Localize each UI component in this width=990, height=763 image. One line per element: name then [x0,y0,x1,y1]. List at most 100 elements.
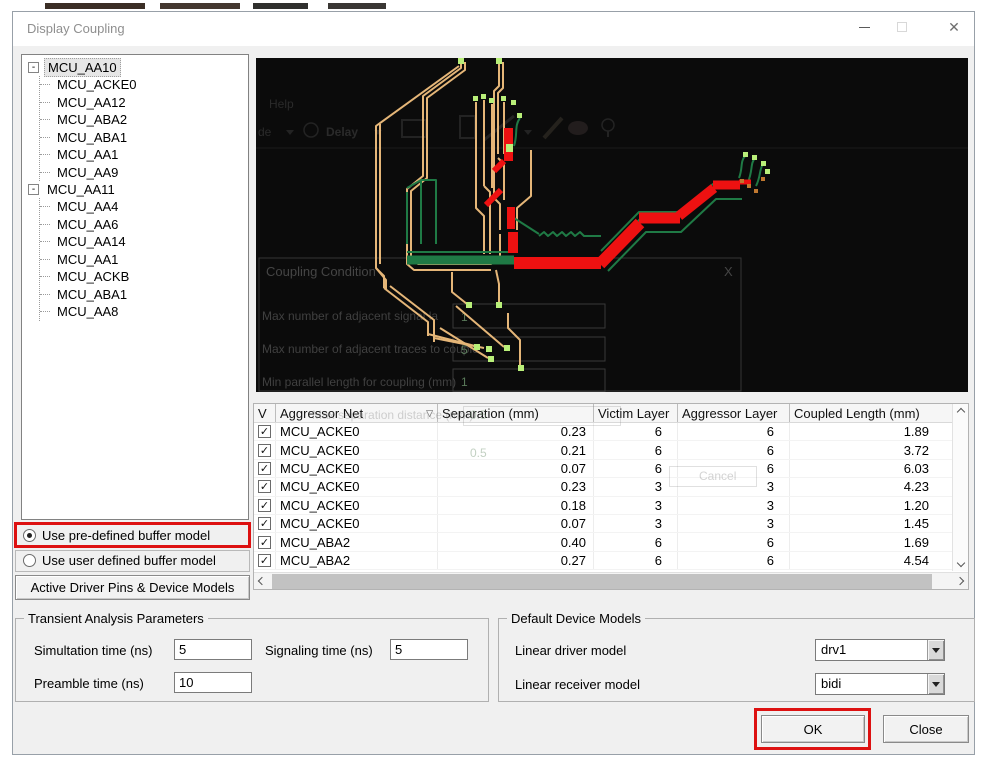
tree-child-item[interactable]: MCU_AA1 [40,251,248,269]
tree-item-label[interactable]: MCU_AA1 [54,146,121,164]
svg-text:1: 1 [461,375,468,389]
tree-child-item[interactable]: MCU_ACKE0 [40,76,248,94]
table-row[interactable]: ✓ MCU_ABA2 0.27 6 6 4.54 [254,551,968,571]
table-row[interactable]: ✓ MCU_ABA2 0.40 6 6 1.69 [254,533,968,552]
tree-expand-icon[interactable]: - [28,62,39,73]
title-bar[interactable]: Display Coupling ✕ [13,12,974,46]
col-header-separation[interactable]: Separation (mm) [438,404,594,422]
tree-expand-icon[interactable]: - [28,184,39,195]
svg-text:de: de [258,125,272,139]
row-checkbox[interactable]: ✓ [258,553,271,567]
minimize-button[interactable] [849,12,879,42]
tree-child-item[interactable]: MCU_ACKB [40,268,248,286]
vertical-scrollbar[interactable] [952,404,968,571]
table-row[interactable]: ✓ MCU_ACKE0 0.21 6 6 3.72 [254,441,968,460]
tree-child-item[interactable]: MCU_AA4 [40,198,248,216]
col-header-aggressor-net[interactable]: Aggressor Net ▽ [276,404,438,422]
signaling-time-input[interactable] [390,639,468,660]
col-header-victim-layer[interactable]: Victim Layer [594,404,678,422]
scroll-up-button[interactable] [953,404,969,420]
tree-item-label[interactable]: MCU_ACKB [54,268,132,286]
dropdown-button[interactable] [927,674,944,694]
tree-connector-icon [40,258,50,260]
radio-predefined-label: Use pre-defined buffer model [42,528,211,543]
cell-aggressor-layer: 6 [678,423,790,441]
linear-receiver-combobox[interactable]: bidi [815,673,945,695]
tree-item-label[interactable]: MCU_AA12 [54,94,129,112]
tree-item-label[interactable]: MCU_ACKE0 [54,76,139,94]
simulation-time-input[interactable] [174,639,252,660]
tree-child-item[interactable]: MCU_AA8 [40,303,248,321]
col-header-v[interactable]: V [254,404,276,422]
cell-separation: 0.07 [438,514,594,533]
tree-item-label[interactable]: MCU_AA4 [54,198,121,216]
ok-button[interactable]: OK [761,715,865,743]
table-row[interactable]: ✓ MCU_ACKE0 0.18 3 3 1.20 [254,496,968,515]
horizontal-scroll-thumb[interactable] [272,574,932,589]
preamble-time-input[interactable] [174,672,252,693]
close-button[interactable]: ✕ [939,12,969,42]
tree-item-label[interactable]: MCU_AA14 [54,233,129,251]
table-header[interactable]: V Aggressor Net ▽ Separation (mm) Victim … [254,404,968,423]
table-row[interactable]: ✓ MCU_ACKE0 0.07 6 6 6.03 [254,459,968,479]
cell-aggressor-net: MCU_ACKE0 [276,423,438,441]
tree-connector-icon [40,311,50,313]
radio-predefined-buffer[interactable]: Use pre-defined buffer model [23,528,210,543]
tree-child-item[interactable]: MCU_AA14 [40,233,248,251]
tree-item-label[interactable]: MCU_AA8 [54,303,121,321]
col-header-coupled-length[interactable]: Coupled Length (mm) [790,404,936,422]
tree-item-label[interactable]: MCU_ABA2 [54,111,130,129]
scroll-right-button[interactable] [952,573,968,589]
radio-unselected-icon [23,554,36,567]
net-tree[interactable]: - MCU_AA10 MCU_ACKE0 MCU_AA12 MCU_ABA2 MCU_AB… [21,54,249,520]
row-checkbox[interactable]: ✓ [258,443,271,457]
tree-item-label[interactable]: MCU_ABA1 [54,286,130,304]
tree-item-label[interactable]: MCU_AA10 [44,58,121,77]
tree-child-item[interactable]: MCU_AA1 [40,146,248,164]
cell-separation: 0.40 [438,533,594,551]
row-checkbox[interactable]: ✓ [258,517,271,531]
dropdown-button[interactable] [927,640,944,660]
svg-text:Max number of adjacent traces: Max number of adjacent traces to couple [262,342,479,356]
tree-child-item[interactable]: MCU_AA6 [40,216,248,234]
table-row[interactable]: ✓ MCU_ACKE0 0.23 3 3 4.23 [254,478,968,497]
maximize-button[interactable] [887,12,917,42]
pcb-viewport[interactable]: Help de Delay Coupling Condition X Max n… [256,58,968,392]
table-body: ✓ MCU_ACKE0 0.23 6 6 1.89 ✓ MCU_ACKE0 0.21 6 6 3.72… [254,423,968,571]
active-driver-pins-button[interactable]: Active Driver Pins & Device Models [15,575,250,600]
cell-aggressor-net: MCU_ACKE0 [276,459,438,478]
cell-checked: ✓ [254,514,276,533]
cell-aggressor-layer: 6 [678,459,790,478]
tree-item-label[interactable]: MCU_ABA1 [54,129,130,147]
row-checkbox[interactable]: ✓ [258,461,271,475]
horizontal-scrollbar[interactable] [254,572,968,589]
linear-driver-combobox[interactable]: drv1 [815,639,945,661]
row-checkbox[interactable]: ✓ [258,535,271,549]
cell-aggressor-net: MCU_ACKE0 [276,478,438,496]
tree-root-item[interactable]: - MCU_AA11 [28,181,248,198]
table-row[interactable]: ✓ MCU_ACKE0 0.23 6 6 1.89 [254,423,968,442]
dialog-title: Display Coupling [27,21,125,36]
tree-child-item[interactable]: MCU_AA12 [40,94,248,112]
table-row[interactable]: ✓ MCU_ACKE0 0.07 3 3 1.45 [254,514,968,534]
scroll-down-button[interactable] [953,555,969,571]
scroll-left-button[interactable] [254,573,270,589]
tree-item-label[interactable]: MCU_AA6 [54,216,121,234]
row-checkbox[interactable]: ✓ [258,498,271,512]
row-checkbox[interactable]: ✓ [258,425,271,439]
tree-child-item[interactable]: MCU_ABA1 [40,286,248,304]
tree-child-item[interactable]: MCU_AA9 [40,164,248,182]
transient-group: Transient Analysis Parameters Simultatio… [15,611,489,702]
pcb-canvas[interactable]: Help de Delay Coupling Condition X Max n… [256,58,968,392]
radio-userdefined-buffer[interactable]: Use user defined buffer model [23,553,216,568]
col-header-aggressor-layer[interactable]: Aggressor Layer [678,404,790,422]
cell-victim-layer: 6 [594,423,678,441]
tree-child-item[interactable]: MCU_ABA2 [40,111,248,129]
close-dialog-button[interactable]: Close [883,715,969,743]
row-checkbox[interactable]: ✓ [258,480,271,494]
tree-root-item[interactable]: - MCU_AA10 [28,58,248,77]
tree-item-label[interactable]: MCU_AA11 [44,181,118,198]
tree-item-label[interactable]: MCU_AA1 [54,251,121,269]
tree-child-item[interactable]: MCU_ABA1 [40,129,248,147]
tree-item-label[interactable]: MCU_AA9 [54,164,121,182]
